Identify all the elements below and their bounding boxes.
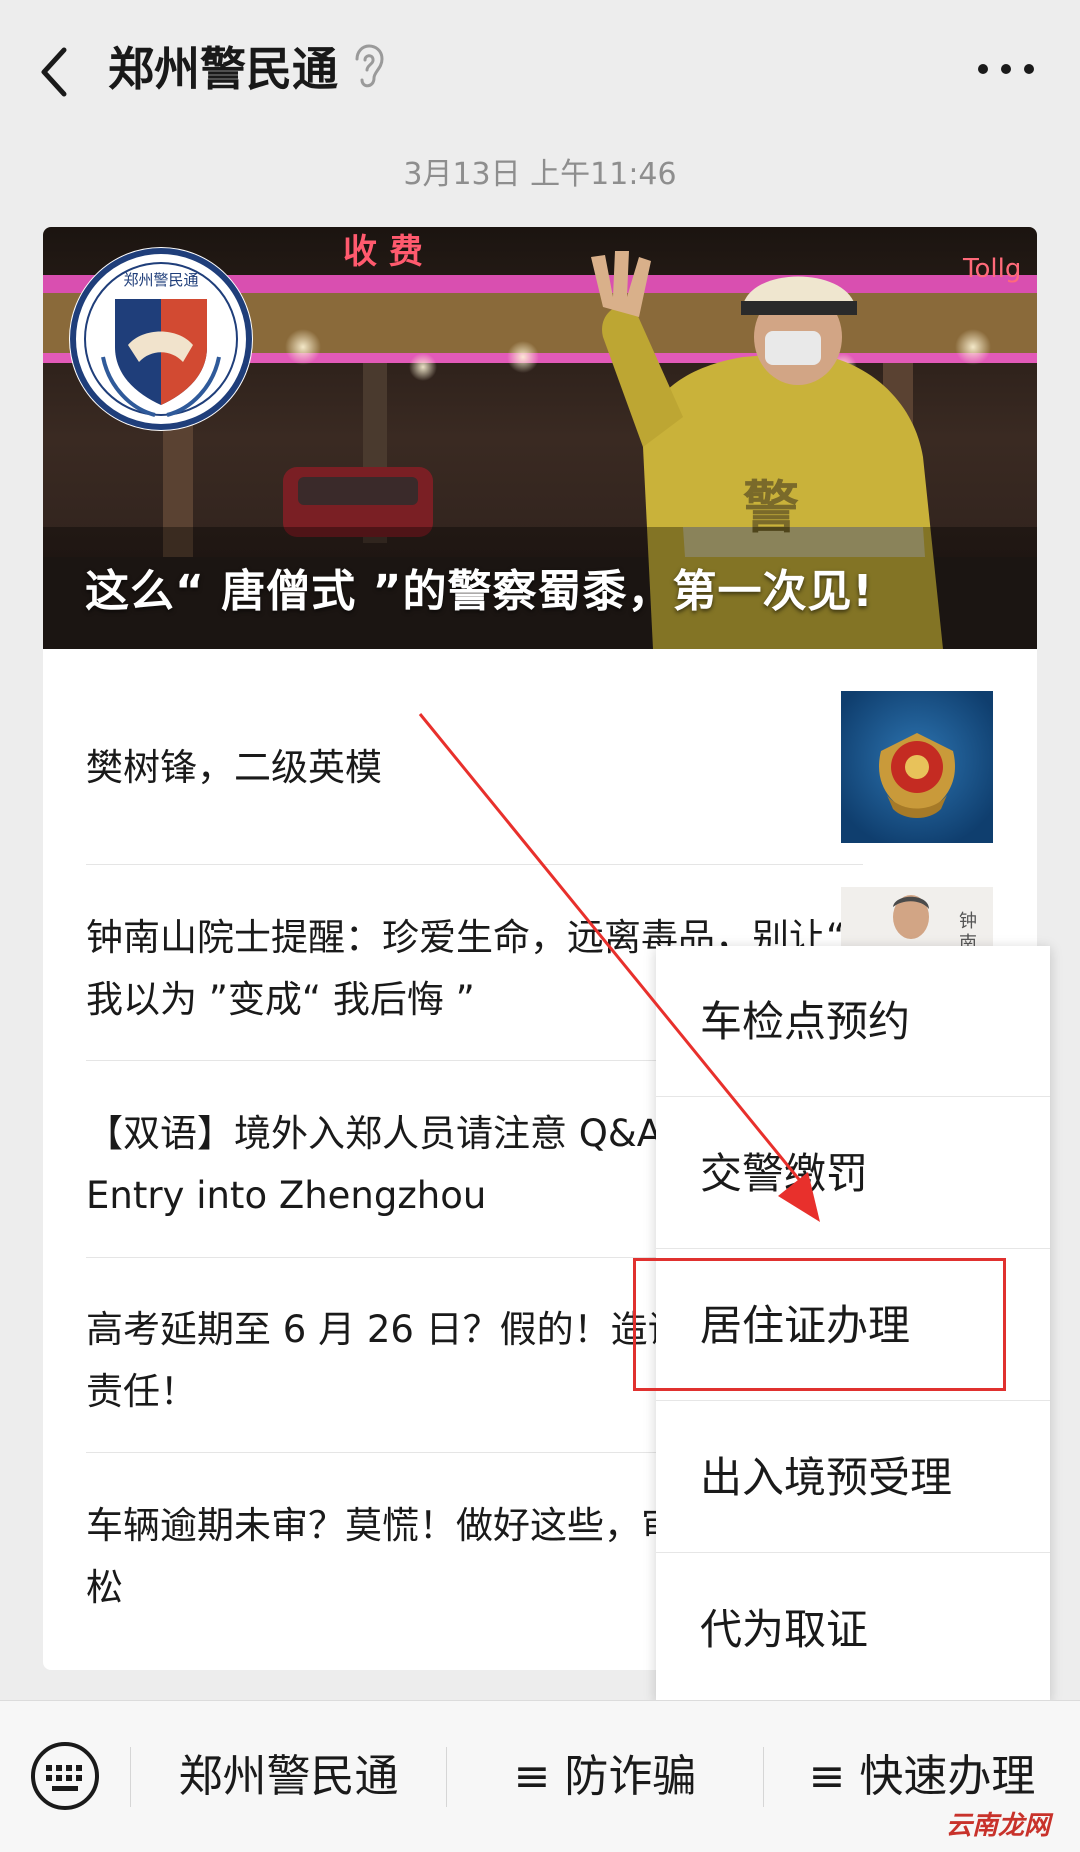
watermark: 云南龙网	[946, 1811, 1051, 1841]
annotation-arrow	[418, 713, 820, 1222]
highlight-box	[633, 1258, 1006, 1391]
keyboard-icon[interactable]	[30, 1741, 100, 1811]
tab-account-home[interactable]: 郑州警民通	[131, 1701, 446, 1852]
tab-anti-fraud[interactable]: ≡ 防诈骗	[447, 1701, 763, 1852]
bottom-menu-bar: 郑州警民通 ≡ 防诈骗 ≡ 快速办理	[0, 1700, 1080, 1852]
